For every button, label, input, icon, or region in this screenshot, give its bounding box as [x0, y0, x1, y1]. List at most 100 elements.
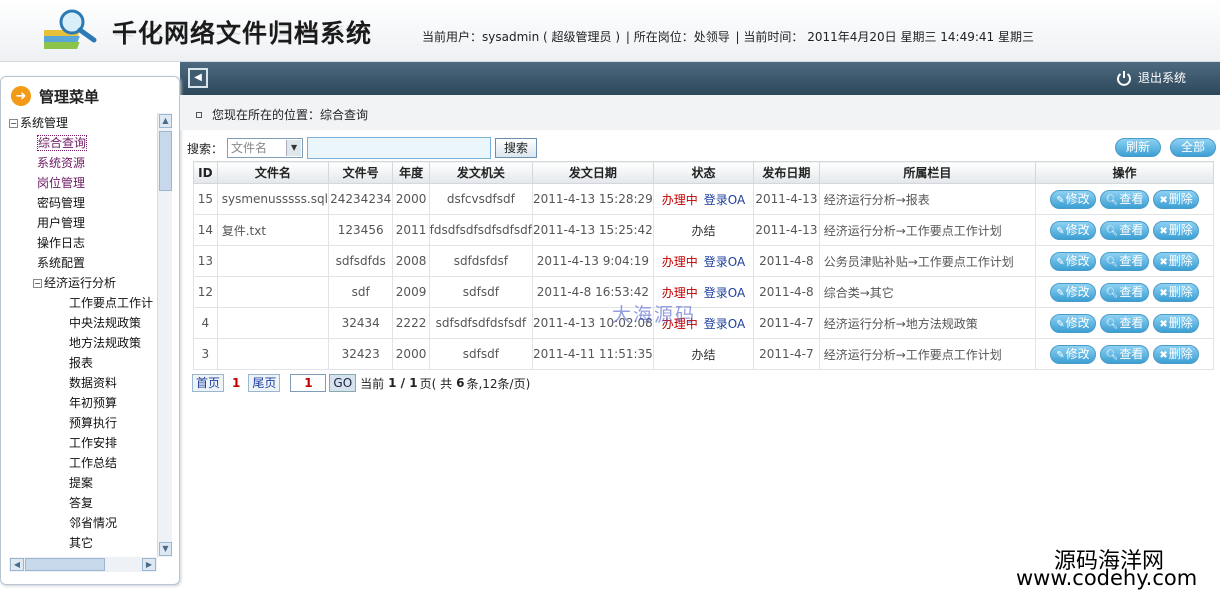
last-page-button[interactable]: 尾页: [248, 374, 281, 392]
col-file-number[interactable]: 文件号: [327, 161, 394, 184]
cell-year: 2011: [392, 214, 430, 246]
page-number-input[interactable]: 1: [290, 374, 327, 392]
menu-subitem[interactable]: 年初预算: [9, 393, 157, 413]
col-filename[interactable]: 文件名: [216, 161, 329, 184]
login-oa-link[interactable]: 登录OA: [704, 193, 745, 207]
edit-button[interactable]: ✎修改: [1050, 282, 1096, 302]
delete-button-label: 删除: [1168, 191, 1193, 206]
menu-item-comprehensive-query[interactable]: 综合查询: [9, 133, 157, 153]
cell-year: 2009: [392, 276, 430, 308]
menu-subitem[interactable]: 数据资料: [9, 373, 157, 393]
collapse-icon[interactable]: −: [33, 279, 42, 288]
edit-icon: ✎: [1056, 318, 1065, 330]
view-button[interactable]: 🔍︎查看: [1099, 251, 1150, 271]
menu-subitem[interactable]: 答复: [9, 493, 157, 513]
delete-button[interactable]: ✖删除: [1153, 313, 1199, 333]
menu-subitem[interactable]: 工作要点工作计: [9, 293, 157, 313]
menu-subitem[interactable]: 中央法规政策: [9, 313, 157, 333]
menu-subitem[interactable]: 提案: [9, 473, 157, 493]
login-oa-link[interactable]: 登录OA: [704, 255, 745, 269]
collapse-sidebar-button[interactable]: ◀: [188, 68, 208, 88]
cell-publish-date: 2011-4-8: [753, 245, 820, 277]
scroll-up-icon[interactable]: ▲: [159, 114, 172, 128]
delete-button[interactable]: ✖删除: [1153, 220, 1199, 240]
collapse-icon[interactable]: −: [9, 119, 18, 128]
chevron-down-icon[interactable]: ▼: [286, 140, 302, 156]
page-summary-count: 6: [456, 376, 465, 390]
menu-item-system-config[interactable]: 系统配置: [9, 253, 157, 273]
watermark-center: 大海源码: [612, 304, 697, 326]
cell-publish-date: 2011-4-7: [753, 338, 820, 370]
menu-subitem[interactable]: 工作总结: [9, 453, 157, 473]
view-button[interactable]: 🔍︎查看: [1099, 282, 1150, 302]
delete-button[interactable]: ✖删除: [1153, 189, 1199, 209]
menu-subitem[interactable]: 邻省情况: [9, 513, 157, 533]
go-button[interactable]: GO: [329, 374, 357, 392]
cell-file-number: 32434: [327, 307, 394, 339]
edit-button[interactable]: ✎修改: [1050, 344, 1096, 364]
edit-button[interactable]: ✎修改: [1050, 220, 1096, 240]
delete-button[interactable]: ✖删除: [1153, 344, 1199, 364]
sidebar-title: 管理菜单: [39, 87, 100, 106]
menu-subitem[interactable]: 地方法规政策: [9, 333, 157, 353]
view-button-label: 查看: [1119, 253, 1144, 268]
cell-year: 2222: [392, 307, 430, 339]
delete-button[interactable]: ✖删除: [1153, 282, 1199, 302]
cell-id: 12: [193, 276, 218, 308]
menu-subitem[interactable]: 报表: [9, 353, 157, 373]
cell-filename: [216, 276, 329, 308]
scroll-down-icon[interactable]: ▼: [159, 542, 172, 556]
cell-issuer: sdfsdf: [428, 338, 533, 370]
col-category[interactable]: 所属栏目: [818, 161, 1037, 184]
search-field-select[interactable]: 文件名 ▼: [227, 138, 304, 158]
page-summary-pages: 1 / 1: [388, 376, 418, 390]
cell-publish-date: 2011-4-8: [753, 276, 820, 308]
scroll-left-icon[interactable]: ◀: [10, 558, 24, 571]
menu-item-system-resources[interactable]: 系统资源: [9, 153, 157, 173]
scroll-thumb[interactable]: [25, 558, 105, 571]
cell-id: 3: [193, 338, 218, 370]
login-oa-link[interactable]: 登录OA: [704, 317, 745, 331]
tree-root[interactable]: − 系统管理: [9, 113, 157, 133]
edit-icon: ✎: [1056, 349, 1065, 361]
menu-item-position-management[interactable]: 岗位管理: [9, 173, 157, 193]
menu-item-operation-log[interactable]: 操作日志: [9, 233, 157, 253]
delete-button[interactable]: ✖删除: [1153, 251, 1199, 271]
cell-issuer: sdfsdf: [428, 276, 533, 308]
menu-item-user-management[interactable]: 用户管理: [9, 213, 157, 233]
search-button[interactable]: 搜索: [495, 138, 538, 158]
login-oa-link[interactable]: 登录OA: [704, 286, 745, 300]
edit-button[interactable]: ✎修改: [1050, 189, 1096, 209]
show-all-button[interactable]: 全部: [1170, 138, 1216, 157]
first-page-button[interactable]: 首页: [192, 374, 225, 392]
menu-item-password-management[interactable]: 密码管理: [9, 193, 157, 213]
view-button[interactable]: 🔍︎查看: [1099, 344, 1150, 364]
status-label: 办结: [691, 347, 716, 362]
col-issuer[interactable]: 发文机关: [428, 161, 533, 184]
col-status[interactable]: 状态: [652, 161, 755, 184]
search-input[interactable]: [307, 137, 492, 159]
view-button[interactable]: 🔍︎查看: [1099, 220, 1150, 240]
horizontal-scrollbar[interactable]: ◀ ▶: [9, 557, 157, 572]
view-button-label: 查看: [1119, 315, 1144, 330]
col-year[interactable]: 年度: [392, 161, 430, 184]
menu-subitem[interactable]: 工作安排: [9, 433, 157, 453]
scroll-right-icon[interactable]: ▶: [142, 558, 156, 571]
col-id[interactable]: ID: [193, 161, 218, 184]
edit-button[interactable]: ✎修改: [1050, 313, 1096, 333]
refresh-button[interactable]: 刷新: [1115, 138, 1161, 157]
logout-button[interactable]: 退出系统: [1116, 69, 1186, 86]
menu-subitem[interactable]: 其它: [9, 533, 157, 553]
cell-year: 2000: [392, 183, 430, 215]
edit-button[interactable]: ✎修改: [1050, 251, 1096, 271]
col-issue-date[interactable]: 发文日期: [531, 161, 654, 184]
vertical-scrollbar[interactable]: ▲ ▼: [157, 113, 172, 557]
menu-group-economic-analysis[interactable]: − 经济运行分析: [9, 273, 157, 293]
scroll-thumb[interactable]: [159, 131, 172, 191]
menu-subitem[interactable]: 预算执行: [9, 413, 157, 433]
cell-actions: ✎修改 🔍︎查看 ✖删除: [1035, 183, 1214, 215]
view-button[interactable]: 🔍︎查看: [1099, 313, 1150, 333]
view-button[interactable]: 🔍︎查看: [1099, 189, 1150, 209]
col-publish-date[interactable]: 发布日期: [753, 161, 820, 184]
page-summary-rest: 条,12条/页): [466, 376, 531, 391]
